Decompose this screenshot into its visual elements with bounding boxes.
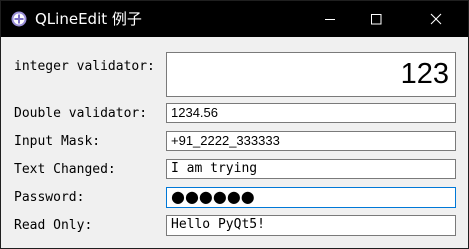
text-changed-input[interactable]: I am trying (166, 159, 456, 179)
read-only-input[interactable]: Hello PyQt5! (166, 215, 456, 236)
window-title: QLineEdit 例子 (35, 10, 142, 28)
integer-validator-input[interactable]: 123 (166, 52, 456, 97)
text-changed-label: Text Changed: (14, 162, 116, 177)
title-bar[interactable]: QLineEdit 例子 (1, 1, 468, 37)
double-validator-label: Double validator: (14, 106, 148, 121)
password-label: Password: (14, 190, 85, 205)
close-button[interactable] (399, 1, 468, 37)
input-mask-input[interactable]: +91_2222_333333 (166, 131, 456, 151)
close-icon (430, 13, 442, 25)
maximize-button[interactable] (353, 1, 399, 37)
double-validator-input[interactable]: 1234.56 (166, 103, 456, 123)
integer-validator-label: integer validator: (14, 59, 155, 74)
main-window: QLineEdit 例子 integer validator: 123 Doub… (0, 0, 469, 249)
qt-app-icon (11, 11, 27, 27)
input-mask-label: Input Mask: (14, 134, 101, 149)
minimize-icon (325, 19, 335, 20)
read-only-label: Read Only: (14, 218, 93, 233)
maximize-icon (371, 14, 382, 25)
password-input[interactable]: ●●●●●● (166, 187, 456, 208)
form-area: integer validator: 123 Double validator:… (1, 37, 468, 248)
minimize-button[interactable] (307, 1, 353, 37)
